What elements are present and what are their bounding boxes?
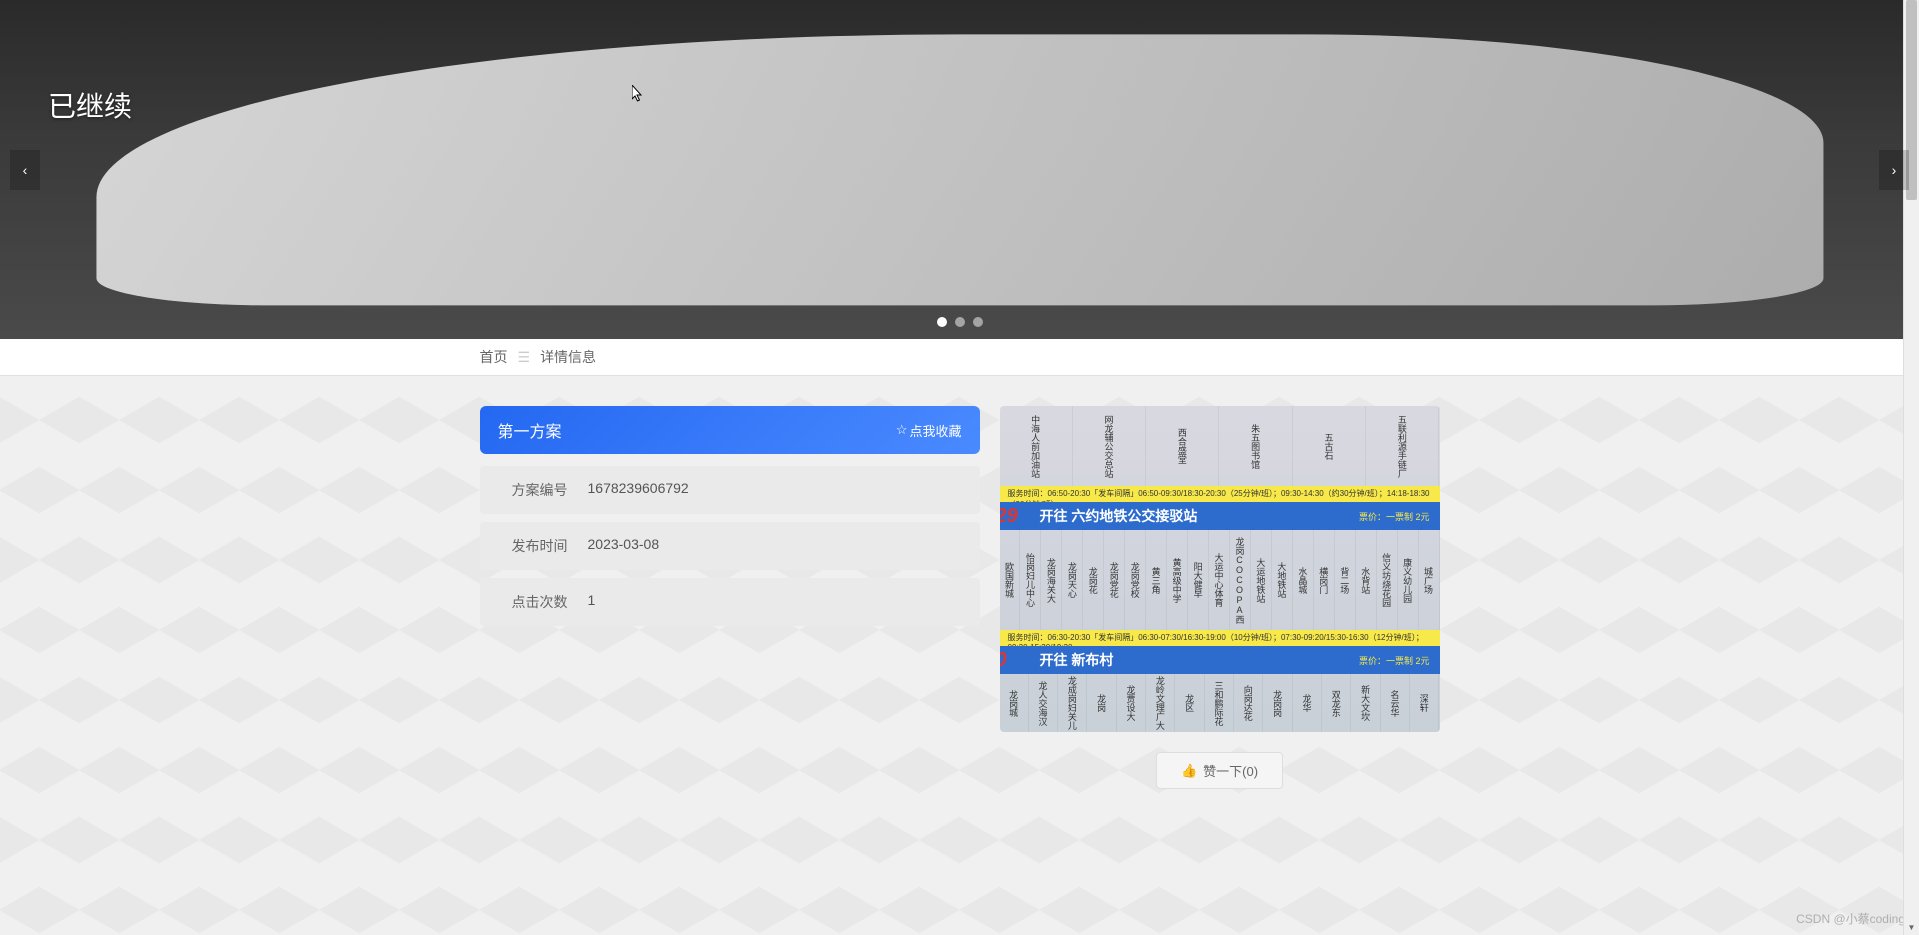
bus-route-2-fare: 票价：一票制 2元 xyxy=(1359,654,1430,667)
bus-stop-cell: 大运中心体育 xyxy=(1209,530,1230,630)
like-label: 赞一下(0) xyxy=(1203,761,1258,780)
info-row-id: 方案编号 1678239606792 xyxy=(480,466,980,514)
bus-stop-cell: 西合盛堂 xyxy=(1146,406,1219,486)
carousel-title: 已继续 xyxy=(48,85,132,125)
bus-stops-1: 欧国新城怡岗妇儿中心龙岗海关大龙岗天心龙岗花龙岗党花龙岗党校黄三角黄高级中学阳大… xyxy=(1000,530,1440,630)
bus-route-2-header: 0 开往 新布村 票价：一票制 2元 xyxy=(1000,646,1440,674)
carousel-dot-1[interactable] xyxy=(937,317,947,327)
thumbs-up-icon: 👍 xyxy=(1181,763,1197,779)
carousel-prev-button[interactable]: ‹ xyxy=(10,150,40,190)
bus-stop-cell: 城广场 xyxy=(1419,530,1440,630)
info-label: 点击次数 xyxy=(498,592,588,612)
bus-stop-cell: 信义坊烧花园 xyxy=(1377,530,1398,630)
bus-stop-cell: 龙区 xyxy=(1175,674,1204,732)
info-value: 2023-03-08 xyxy=(588,536,660,556)
chevron-right-icon: › xyxy=(1892,162,1897,178)
right-panel: 中海人前加油站网龙辅公交总站西合盛堂朱五图书馆五古石五联利源手链厂 服务时间：0… xyxy=(1000,406,1440,789)
bus-route-image: 中海人前加油站网龙辅公交总站西合盛堂朱五图书馆五古石五联利源手链厂 服务时间：0… xyxy=(1000,406,1440,732)
bus-stop-cell: 龙岗海关大 xyxy=(1041,530,1062,630)
breadcrumb-bar: 首页 ☰ 详情信息 xyxy=(0,339,1919,376)
bus-service-time-1: 服务时间：06:50-20:30「发车间隔」06:50-09:30/18:30-… xyxy=(1000,486,1440,502)
bus-stop-cell: 康义幼儿园 xyxy=(1398,530,1419,630)
carousel-image xyxy=(96,34,1823,305)
bus-stop-cell: 龙岗党校 xyxy=(1125,530,1146,630)
bus-stop-cell: 龙岗城 xyxy=(1000,674,1029,732)
bus-route-1-fare: 票价：一票制 2元 xyxy=(1359,510,1430,523)
bus-route-2-destination: 开往 新布村 xyxy=(1040,650,1114,670)
bus-stop-cell: 大地铁站 xyxy=(1272,530,1293,630)
info-row-date: 发布时间 2023-03-08 xyxy=(480,522,980,570)
carousel-next-button[interactable]: › xyxy=(1879,150,1909,190)
bus-stop-cell: 网龙辅公交总站 xyxy=(1073,406,1146,486)
breadcrumb-separator-icon: ☰ xyxy=(518,349,531,366)
chevron-left-icon: ‹ xyxy=(23,162,28,178)
bus-stop-cell: 大运地铁站 xyxy=(1251,530,1272,630)
info-rows: 方案编号 1678239606792 发布时间 2023-03-08 点击次数 … xyxy=(480,466,980,626)
bus-stop-cell: 龙岗天心 xyxy=(1062,530,1083,630)
bus-stop-cell: 朱五图书馆 xyxy=(1219,406,1292,486)
bus-stop-cell: 龙华 xyxy=(1293,674,1322,732)
bus-stop-cell: 龙岗 xyxy=(1087,674,1116,732)
bus-stop-cell: 黄三角 xyxy=(1146,530,1167,630)
bus-stop-cell: 怡岗妇儿中心 xyxy=(1020,530,1041,630)
panel-header: 第一方案 ☆点我收藏 xyxy=(480,406,980,454)
hero-carousel: 已继续 ‹ › xyxy=(0,0,1919,339)
bus-stop-cell: 龙成岗妇关儿 xyxy=(1058,674,1087,732)
favorite-button[interactable]: ☆点我收藏 xyxy=(896,421,962,440)
bus-stop-cell: 龙岗党花 xyxy=(1104,530,1125,630)
bus-route-1-number: 29 xyxy=(1000,505,1018,528)
info-row-clicks: 点击次数 1 xyxy=(480,578,980,626)
bus-stop-cell: 横岗门 xyxy=(1314,530,1335,630)
bus-service-time-2: 服务时间：06:30-20:30「发车间隔」06:30-07:30/16:30-… xyxy=(1000,630,1440,646)
info-label: 发布时间 xyxy=(498,536,588,556)
bus-stop-cell: 水晶城 xyxy=(1293,530,1314,630)
breadcrumb-current: 详情信息 xyxy=(540,347,596,367)
carousel-dot-3[interactable] xyxy=(973,317,983,327)
bus-stop-cell: 龙岭文理广大 xyxy=(1146,674,1175,732)
watermark: CSDN @小蔡coding xyxy=(1796,910,1905,927)
scroll-down-arrow-icon[interactable]: ▼ xyxy=(1904,919,1919,935)
bus-stop-cell: 背二场 xyxy=(1335,530,1356,630)
carousel-dots xyxy=(937,317,983,327)
bus-stop-cell: 水背站 xyxy=(1356,530,1377,630)
bus-stop-cell: 新大文坎 xyxy=(1351,674,1380,732)
left-panel: 第一方案 ☆点我收藏 方案编号 1678239606792 发布时间 2023-… xyxy=(480,406,980,789)
bus-stop-cell: 欧国新城 xyxy=(1000,530,1021,630)
like-button[interactable]: 👍 赞一下(0) xyxy=(1156,752,1283,789)
bus-stop-cell: 龙岗花 xyxy=(1083,530,1104,630)
bus-route-2-number: 0 xyxy=(1000,649,1007,672)
bus-stop-cell: 双龙东 xyxy=(1322,674,1351,732)
bus-stop-cell: 深轩 xyxy=(1410,674,1439,732)
carousel-dot-2[interactable] xyxy=(955,317,965,327)
info-value: 1678239606792 xyxy=(588,480,689,500)
content-wrap: 第一方案 ☆点我收藏 方案编号 1678239606792 发布时间 2023-… xyxy=(460,406,1460,829)
bus-stop-cell: 五古石 xyxy=(1293,406,1366,486)
info-value: 1 xyxy=(588,592,596,612)
breadcrumb: 首页 ☰ 详情信息 xyxy=(460,347,1460,367)
bus-stop-cell: 三和鹏际花 xyxy=(1205,674,1234,732)
breadcrumb-home[interactable]: 首页 xyxy=(480,347,508,367)
bus-route-1-destination: 开往 六约地铁公交接驳站 xyxy=(1040,506,1198,526)
bus-stop-cell: 向岗达花 xyxy=(1234,674,1263,732)
bus-stop-cell: 龙岗岗 xyxy=(1263,674,1292,732)
bus-stop-cell: 龙岗COCOPA西 xyxy=(1230,530,1251,630)
bus-stops-2: 龙岗城龙人交海汉龙成岗妇关儿龙岗龙贾设大龙岭文理广大龙区三和鹏际花向岗达花龙岗岗… xyxy=(1000,674,1440,732)
vertical-scrollbar[interactable]: ▲ ▼ xyxy=(1903,0,1919,935)
star-icon: ☆ xyxy=(896,422,908,438)
bus-header-stops: 中海人前加油站网龙辅公交总站西合盛堂朱五图书馆五古石五联利源手链厂 xyxy=(1000,406,1440,486)
info-label: 方案编号 xyxy=(498,480,588,500)
panel-title: 第一方案 xyxy=(498,418,562,442)
bus-stop-cell: 龙贾设大 xyxy=(1117,674,1146,732)
like-button-wrap: 👍 赞一下(0) xyxy=(1000,752,1440,789)
bus-stop-cell: 阳大健早 xyxy=(1188,530,1209,630)
bus-route-1-header: 29 开往 六约地铁公交接驳站 票价：一票制 2元 xyxy=(1000,502,1440,530)
bus-stop-cell: 黄高级中学 xyxy=(1167,530,1188,630)
bus-stop-cell: 五联利源手链厂 xyxy=(1366,406,1439,486)
bus-stop-cell: 名云华 xyxy=(1381,674,1410,732)
bus-stop-cell: 中海人前加油站 xyxy=(1000,406,1073,486)
bus-stop-cell: 龙人交海汉 xyxy=(1029,674,1058,732)
